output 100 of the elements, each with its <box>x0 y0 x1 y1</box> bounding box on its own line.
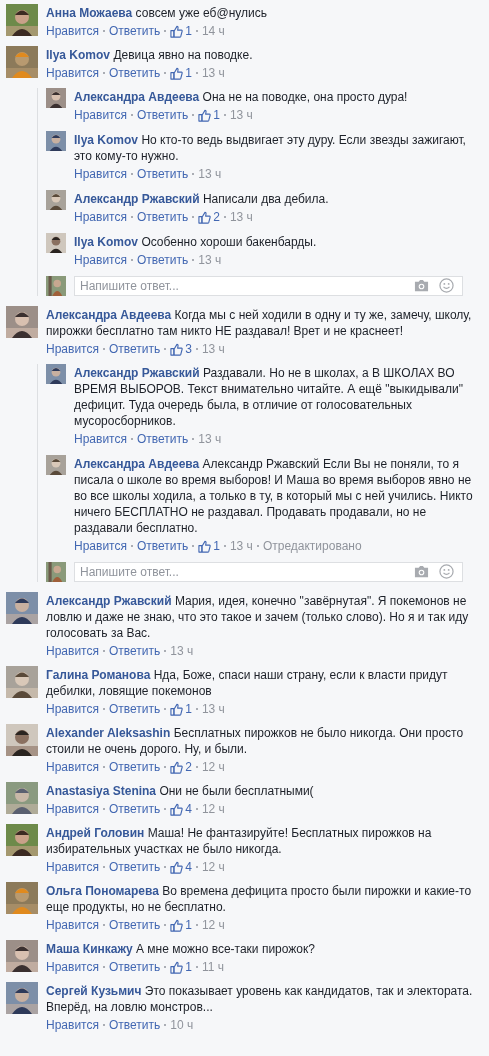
comment-text: Маша Кинкажу А мне можно все-таки пирожок? <box>46 941 316 957</box>
author-link[interactable]: Ольга Пономарева <box>46 884 159 898</box>
thumbs-up-icon <box>170 860 184 874</box>
timestamp: 12 ч <box>201 917 225 934</box>
timestamp: 12 ч <box>201 801 225 818</box>
like-count[interactable]: 4 <box>185 858 192 876</box>
author-link[interactable]: Александра Авдеева <box>74 90 200 104</box>
reply-input[interactable]: Напишите ответ... <box>74 276 463 296</box>
thumbs-up-icon <box>198 108 212 122</box>
reply-link[interactable]: Ответить <box>108 1016 161 1034</box>
author-link[interactable]: Anastasiya Stenina <box>46 784 157 798</box>
reply-link[interactable]: Ответить <box>108 22 161 40</box>
like-link[interactable]: Нравится <box>74 430 127 448</box>
reply-link[interactable]: Ответить <box>108 64 161 82</box>
thumbs-up-icon <box>198 539 212 553</box>
like-count[interactable]: 1 <box>185 916 192 934</box>
reply-link[interactable]: Ответить <box>136 251 189 269</box>
like-count[interactable]: 1 <box>213 106 220 124</box>
comment-text: Александр Ржавский Написали два дебила. <box>74 191 330 207</box>
like-count[interactable]: 1 <box>185 22 192 40</box>
author-link[interactable]: Ilya Komov <box>46 48 111 62</box>
reply-link[interactable]: Ответить <box>108 758 161 776</box>
like-link[interactable]: Нравится <box>46 340 99 358</box>
comment-text: Андрей Головин Маша! Не фантазируйте! Бесплатных пирожков на избирательных участках не было никогда. <box>46 825 433 857</box>
reply-link[interactable]: Ответить <box>108 958 161 976</box>
like-link[interactable]: Нравится <box>46 916 99 934</box>
author-link[interactable]: Александр Ржавский <box>46 594 172 608</box>
author-link[interactable]: Сергей Кузьмич <box>46 984 142 998</box>
comment-text: Anastasiya Stenina Они не были бесплатными( <box>46 783 315 799</box>
reply-link[interactable]: Ответить <box>108 642 161 660</box>
reply-input[interactable]: Напишите ответ... <box>74 562 463 582</box>
like-link[interactable]: Нравится <box>46 64 99 82</box>
comment-text: Александра Авдеева Она не на поводке, она просто дура! <box>74 89 409 105</box>
like-link[interactable]: Нравится <box>46 700 99 718</box>
reply-link[interactable]: Ответить <box>136 537 189 555</box>
timestamp: 10 ч <box>170 1017 194 1034</box>
comment-text: Ilya Komov Но кто-то ведь выдвигает эту дуру. Если звезды зажигают, это кому-то нужно. <box>74 132 467 164</box>
timestamp: 11 ч <box>201 959 224 976</box>
thumbs-up-icon <box>170 802 184 816</box>
author-link[interactable]: Александра Авдеева <box>74 457 200 471</box>
camera-icon[interactable] <box>414 564 429 579</box>
emoji-icon[interactable] <box>439 564 454 579</box>
author-link[interactable]: Маша Кинкажу <box>46 942 133 956</box>
author-link[interactable]: Ilya Komov <box>74 133 139 147</box>
comment-text: Галина Романова Нда, Боже, спаси наши страну, если к власти придут дебилки, ловящие покемонов <box>46 667 449 699</box>
author-link[interactable]: Александр Ржавский <box>74 366 200 380</box>
like-link[interactable]: Нравится <box>46 22 99 40</box>
timestamp: 14 ч <box>201 23 225 40</box>
like-count[interactable]: 2 <box>185 758 192 776</box>
like-link[interactable]: Нравится <box>46 642 99 660</box>
reply-link[interactable]: Ответить <box>136 165 189 183</box>
reply-link[interactable]: Ответить <box>108 340 161 358</box>
like-link[interactable]: Нравится <box>74 251 127 269</box>
author-link[interactable]: Ilya Komov <box>74 235 139 249</box>
like-link[interactable]: Нравится <box>46 758 99 776</box>
like-link[interactable]: Нравится <box>74 165 127 183</box>
comment-text: Александра Авдеева Когда мы с ней ходили в одну и ту же, замечу, школу, пирожки бесплатно там никто НЕ раздавал! Врет и не краснеет! <box>46 307 473 339</box>
author-link[interactable]: Alexander Aleksashin <box>46 726 171 740</box>
reply-link[interactable]: Ответить <box>108 916 161 934</box>
comment-text: Александра Авдеева Александр Ржавский Если Вы не поняли, то я писала о школе во время выборов! И Маша во время выборов явно не во все школы ходила, а только в ту, в который мы с ней учились. Никто ничего БЕСПЛАТНО не раздавал. Продавать продавали, но не раздавали бесплатно. <box>74 456 474 536</box>
author-link[interactable]: Александра Авдеева <box>46 308 172 322</box>
timestamp: 13 ч <box>201 701 225 718</box>
like-link[interactable]: Нравится <box>46 858 99 876</box>
timestamp: 13 ч <box>201 65 225 82</box>
comment-text: Ольга Пономарева Во времена дефицита просто были пирожки и какие-то еще продукты, но не бесплатно. <box>46 883 473 915</box>
timestamp: 13 ч <box>229 538 253 555</box>
reply-link[interactable]: Ответить <box>136 430 189 448</box>
comment-text: Александр Ржавский Раздавали. Но не в школах, а В ШКОЛАХ ВО ВРЕМЯ ВЫБОРОВ. Текст внимательно читайте. А ещё "выкидывали" дефицит. Туда очередь была, в отличие от голосовательных мусоросборников. <box>74 365 464 429</box>
author-link[interactable]: Галина Романова <box>46 668 151 682</box>
author-link[interactable]: Андрей Головин <box>46 826 145 840</box>
reply-link[interactable]: Ответить <box>136 106 189 124</box>
timestamp: 13 ч <box>198 166 222 183</box>
like-link[interactable]: Нравится <box>46 800 99 818</box>
timestamp: 13 ч <box>229 107 253 124</box>
like-count[interactable]: 1 <box>213 537 220 555</box>
comment-text: Александр Ржавский Мария, идея, конечно "завёрнутая". Я покемонов не ловлю и даже не знаю, что это такое и зачем (только слово). Но я и так иду голосовать за Вас. <box>46 593 470 641</box>
like-link[interactable]: Нравится <box>74 537 127 555</box>
like-count[interactable]: 1 <box>185 700 192 718</box>
like-link[interactable]: Нравится <box>46 958 99 976</box>
like-count[interactable]: 1 <box>185 64 192 82</box>
reply-link[interactable]: Ответить <box>108 800 161 818</box>
reply-link[interactable]: Ответить <box>136 208 189 226</box>
like-link[interactable]: Нравится <box>74 208 127 226</box>
reply-link[interactable]: Ответить <box>108 858 161 876</box>
thumbs-up-icon <box>170 342 184 356</box>
like-link[interactable]: Нравится <box>74 106 127 124</box>
camera-icon[interactable] <box>414 278 429 293</box>
emoji-icon[interactable] <box>439 278 454 293</box>
author-link[interactable]: Анна Можаева <box>46 6 133 20</box>
comment-text: Alexander Aleksashin Бесплатных пирожков не было никогда. Они просто стоили не очень дорого. Ну, и были. <box>46 725 465 757</box>
comment-text: Сергей Кузьмич Это показывает уровень как кандидатов, так и электората. Вперёд, на ловлю монстров... <box>46 983 474 1015</box>
edited-label[interactable]: Отредактировано <box>262 537 362 555</box>
like-link[interactable]: Нравится <box>46 1016 99 1034</box>
like-count[interactable]: 1 <box>185 958 192 976</box>
reply-link[interactable]: Ответить <box>108 700 161 718</box>
author-link[interactable]: Александр Ржавский <box>74 192 200 206</box>
like-count[interactable]: 2 <box>213 208 220 226</box>
timestamp: 13 ч <box>198 431 222 448</box>
like-count[interactable]: 3 <box>185 340 192 358</box>
like-count[interactable]: 4 <box>185 800 192 818</box>
